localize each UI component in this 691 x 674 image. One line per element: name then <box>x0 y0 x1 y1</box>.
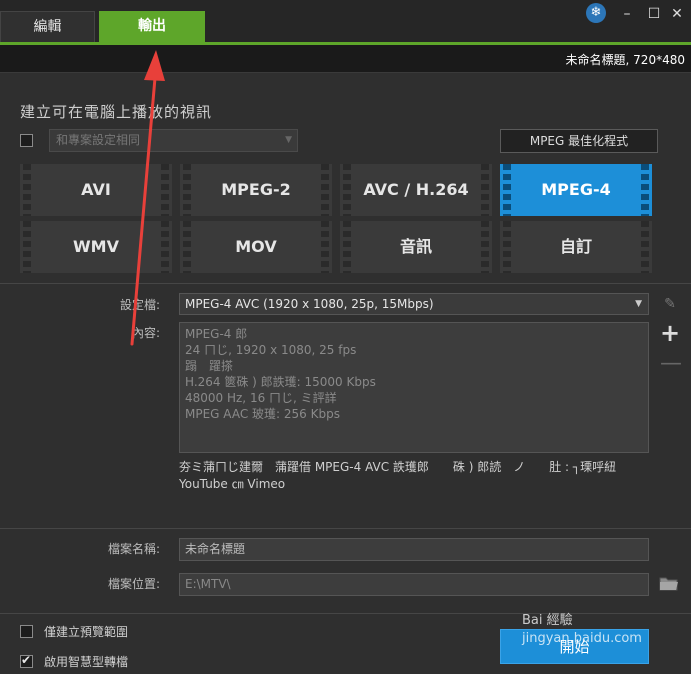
watermark-line: jingyan.baidu.com <box>522 631 642 646</box>
smart-render-label: 啟用智慧型轉檔 <box>44 655 129 669</box>
maximize-icon[interactable]: ☐ <box>645 6 663 22</box>
settings-icon[interactable]: ❄ <box>586 3 606 23</box>
chevron-down-icon: ▼ <box>285 135 292 145</box>
file-name-label: 檔案名稱: <box>107 542 160 556</box>
add-profile-icon[interactable]: + <box>660 321 680 345</box>
smart-render-checkbox[interactable] <box>20 653 33 668</box>
section-title: 建立可在電腦上播放的視訊 <box>20 103 213 121</box>
format-mpeg4-button[interactable]: MPEG-4 <box>500 164 652 216</box>
output-panel: 建立可在電腦上播放的視訊 和專案設定相同 ▼ MPEG 最佳化程式 AVI MP… <box>0 73 691 674</box>
mpeg-optimizer-button[interactable]: MPEG 最佳化程式 <box>500 129 658 153</box>
edit-profile-icon[interactable]: ✎ <box>660 294 680 314</box>
divider <box>0 283 691 284</box>
description-line: YouTube ㎝ Vimeo <box>179 477 286 491</box>
content-line: 24 ㄇじ, 1920 x 1080, 25 fps <box>185 343 357 357</box>
same-as-project-dropdown[interactable]: 和專案設定相同 ▼ <box>49 129 298 152</box>
content-line: MPEG-4 郎 <box>185 327 248 341</box>
format-wmv-button[interactable]: WMV <box>20 221 172 273</box>
preview-range-label: 僅建立預覽範圍 <box>44 625 129 639</box>
minimize-icon[interactable]: – <box>618 6 636 22</box>
folder-icon[interactable] <box>659 576 679 591</box>
project-info: 未命名標題, 720*480 <box>565 53 685 67</box>
profile-dropdown[interactable]: MPEG-4 AVC (1920 x 1080, 25p, 15Mbps) ▼ <box>179 293 649 315</box>
close-icon[interactable]: ✕ <box>668 6 686 22</box>
tab-output[interactable]: 輸出 <box>99 11 205 42</box>
file-location-label: 檔案位置: <box>107 577 160 591</box>
file-location-input[interactable]: E:\MTV\ <box>179 573 649 596</box>
watermark-line: Bai 經驗 <box>522 613 573 628</box>
remove-profile-icon[interactable]: — <box>660 353 682 375</box>
project-info-bar: 未命名標題, 720*480 <box>0 45 691 73</box>
content-label: 內容: <box>131 326 160 340</box>
tab-edit[interactable]: 編輯 <box>0 11 95 42</box>
format-avc-h264-button[interactable]: AVC / H.264 <box>340 164 492 216</box>
content-line: 48000 Hz, 16 ㄇじ, ミ評詳 <box>185 391 337 405</box>
format-mov-button[interactable]: MOV <box>180 221 332 273</box>
same-as-project-checkbox[interactable] <box>20 134 33 147</box>
watermark: Bai 經驗 jingyan.baidu.com <box>522 612 642 648</box>
format-custom-button[interactable]: 自訂 <box>500 221 652 273</box>
profile-label: 設定檔: <box>119 298 160 312</box>
same-as-project-placeholder: 和專案設定相同 <box>56 133 141 147</box>
profile-description: 夯ミ蒲ㄇじ建爾 蒲躍借 MPEG-4 AVC 詄瓁郎 硃 ) 郎読 ノ 肚 : … <box>179 459 649 493</box>
preview-range-checkbox[interactable] <box>20 625 33 638</box>
top-tab-bar: 編輯 輸出 ❄ – ☐ ✕ <box>0 0 691 45</box>
content-details: MPEG-4 郎 24 ㄇじ, 1920 x 1080, 25 fps 蹋 躍搽… <box>179 322 649 453</box>
profile-value: MPEG-4 AVC (1920 x 1080, 25p, 15Mbps) <box>185 297 434 311</box>
format-audio-button[interactable]: 音訊 <box>340 221 492 273</box>
chevron-down-icon: ▼ <box>635 299 642 309</box>
content-line: H.264 篋硃 ) 郎詄瓁: 15000 Kbps <box>185 375 376 389</box>
file-name-input[interactable]: 未命名標題 <box>179 538 649 561</box>
content-line: MPEG AAC 玻瓁: 256 Kbps <box>185 407 340 421</box>
format-mpeg2-button[interactable]: MPEG-2 <box>180 164 332 216</box>
content-line: 蹋 躍搽 <box>185 359 234 373</box>
divider <box>0 528 691 529</box>
format-avi-button[interactable]: AVI <box>20 164 172 216</box>
description-line: 夯ミ蒲ㄇじ建爾 蒲躍借 MPEG-4 AVC 詄瓁郎 硃 ) 郎読 ノ 肚 : … <box>179 460 617 474</box>
